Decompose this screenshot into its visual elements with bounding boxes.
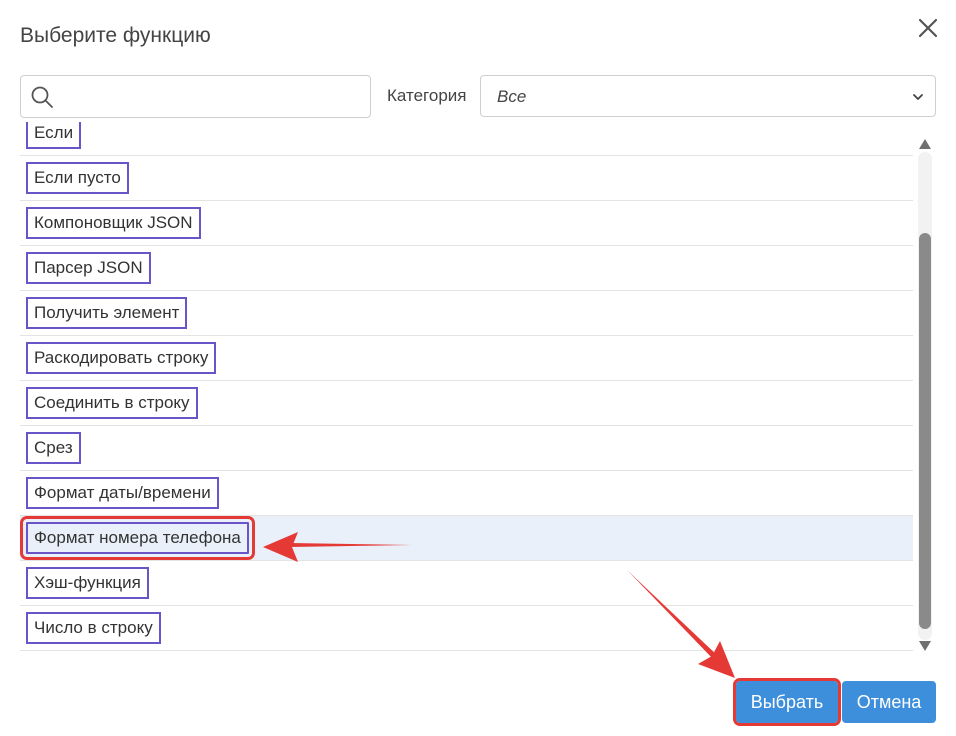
list-scrollbar[interactable]	[915, 132, 935, 658]
category-selected-value: Все	[497, 87, 527, 106]
function-list-item-label: Формат номера телефона	[20, 516, 255, 560]
function-list-item-label: Получить элемент	[26, 297, 188, 329]
cancel-button[interactable]: Отмена	[842, 681, 936, 723]
function-list-item[interactable]: Компоновщик JSON	[20, 201, 913, 246]
function-list-item-label: Срез	[26, 432, 81, 464]
function-list-item[interactable]: Число в строку	[20, 606, 913, 651]
scrollbar-thumb[interactable]	[919, 233, 931, 629]
close-button[interactable]	[914, 14, 942, 42]
function-list-item[interactable]: Формат даты/времени	[20, 471, 913, 516]
search-icon	[31, 86, 53, 108]
function-list-item[interactable]: Парсер JSON	[20, 246, 913, 291]
dialog-title: Выберите функцию	[20, 24, 211, 47]
close-icon	[918, 18, 938, 38]
triangle-down-icon[interactable]	[918, 640, 932, 652]
function-list: Если Если пусто Компоновщик JSON Парсер JSO…	[20, 122, 913, 659]
function-list-item-label: Формат даты/времени	[26, 477, 219, 509]
function-list-item-label: Хэш-функция	[26, 567, 149, 599]
function-list-item[interactable]: Раскодировать строку	[20, 336, 913, 381]
function-list-item[interactable]: Если пусто	[20, 156, 913, 201]
function-list-item-label: Раскодировать строку	[26, 342, 217, 374]
function-list-item-label: Соединить в строку	[26, 387, 198, 419]
function-list-item[interactable]: Хэш-функция	[20, 561, 913, 606]
function-list-item-label: Число в строку	[26, 612, 161, 644]
chevron-down-icon	[913, 94, 923, 100]
search-input[interactable]	[59, 77, 364, 116]
function-list-item[interactable]: Получить элемент	[20, 291, 913, 336]
function-list-item[interactable]: Если	[20, 122, 913, 156]
function-list-item-label: Если	[26, 122, 82, 149]
category-select[interactable]: Все	[480, 75, 936, 117]
function-list-item-label: Компоновщик JSON	[26, 207, 201, 239]
function-list-item[interactable]: Формат номера телефона	[20, 516, 913, 561]
function-list-item[interactable]: Срез	[20, 426, 913, 471]
function-list-item[interactable]: Соединить в строку	[20, 381, 913, 426]
category-label: Категория	[387, 86, 467, 105]
triangle-up-icon[interactable]	[918, 138, 932, 150]
search-box	[20, 75, 371, 118]
select-button[interactable]: Выбрать	[733, 678, 841, 726]
function-list-item-label: Если пусто	[26, 162, 129, 194]
function-list-item-label: Парсер JSON	[26, 252, 151, 284]
